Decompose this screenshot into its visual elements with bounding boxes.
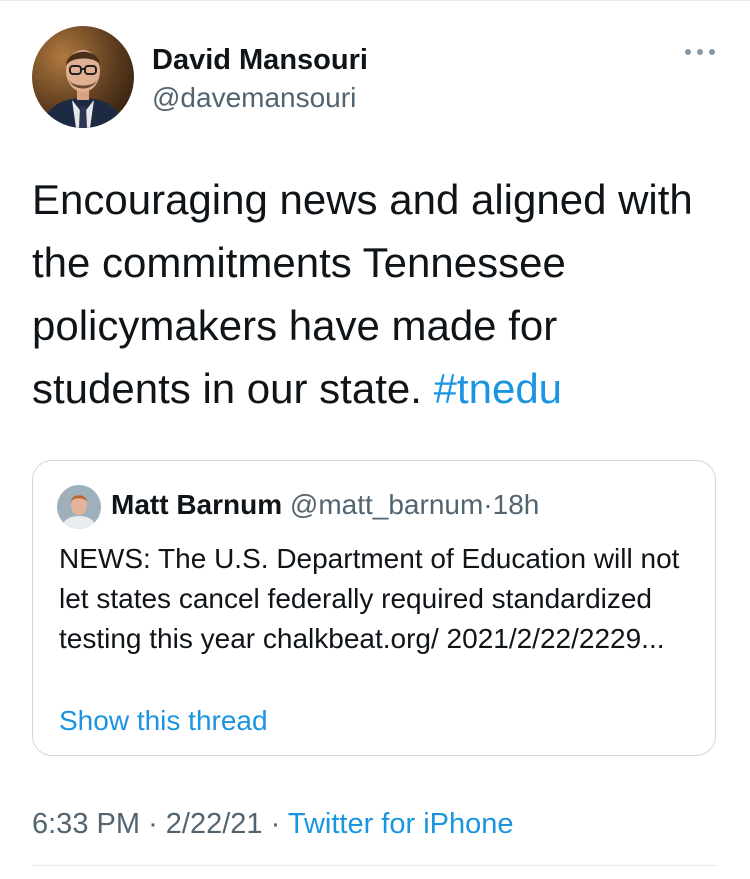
quoted-header: Matt Barnum @matt_barnum·18h (111, 489, 539, 521)
tweet-source-link[interactable]: Twitter for iPhone (288, 808, 514, 840)
quoted-author-avatar (57, 485, 101, 529)
quoted-author-handle: @matt_barnum (289, 489, 484, 520)
meta-separator-2: · (270, 808, 281, 840)
tweet-time[interactable]: 6:33 PM (32, 808, 140, 840)
hashtag-link[interactable]: #tnedu (434, 365, 562, 412)
quoted-author-name: Matt Barnum (111, 489, 283, 520)
quoted-separator: · (483, 489, 493, 520)
quoted-time: 18h (492, 489, 540, 520)
tweet-date[interactable]: 2/22/21 (166, 808, 263, 840)
author-name[interactable]: David Mansouri (152, 44, 368, 77)
bottom-divider (32, 865, 718, 866)
tweet-text: Encouraging news and aligned with the co… (32, 176, 693, 412)
more-horizontal-icon[interactable] (682, 44, 718, 60)
meta-separator: · (148, 808, 158, 840)
author-handle[interactable]: @davemansouri (152, 82, 356, 114)
quoted-tweet-text: NEWS: The U.S. Department of Education w… (59, 543, 680, 654)
show-thread-link[interactable]: Show this thread (59, 705, 268, 737)
tweet-body: Encouraging news and aligned with the co… (32, 168, 722, 420)
top-divider (0, 0, 750, 1)
quoted-tweet-card[interactable]: Matt Barnum @matt_barnum·18h NEWS: The U… (32, 460, 716, 756)
author-avatar[interactable] (32, 26, 134, 128)
tweet-meta: 6:33 PM · 2/22/21 · Twitter for iPhone (32, 808, 514, 841)
tweet-header: David Mansouri @davemansouri (32, 26, 718, 130)
